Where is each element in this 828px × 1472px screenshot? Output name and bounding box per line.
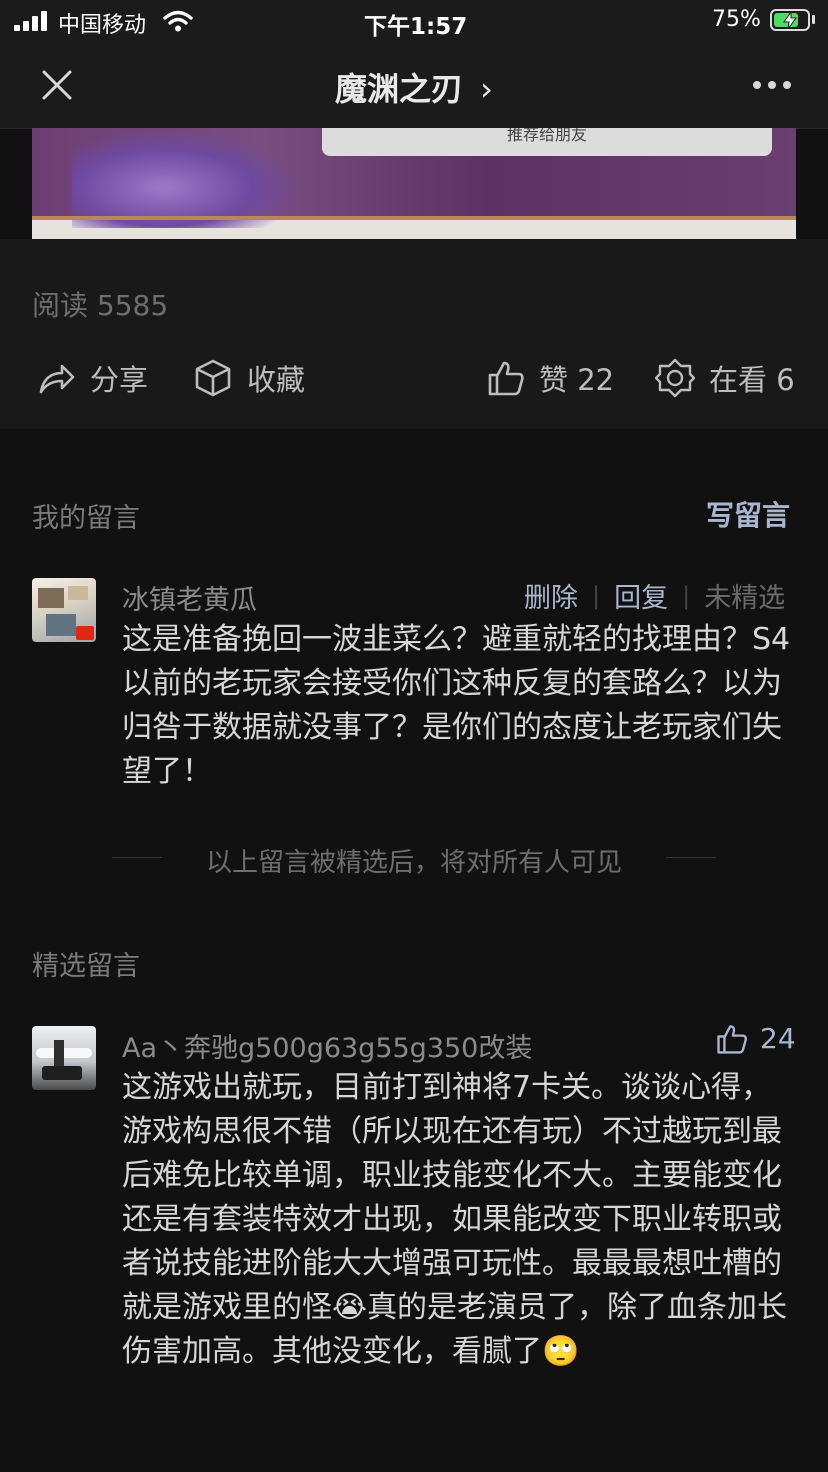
favorite-icon <box>195 359 231 397</box>
avatar[interactable] <box>32 578 96 642</box>
watching-button[interactable]: 在看 6 <box>655 357 795 399</box>
like-button[interactable]: 赞 22 <box>487 357 614 399</box>
like-icon <box>717 1024 747 1054</box>
featured-comments-title: 精选留言 <box>32 951 140 982</box>
avatar[interactable] <box>32 1026 96 1090</box>
battery-percent: 75% <box>712 7 761 32</box>
reply-button[interactable]: 回复 <box>614 576 668 615</box>
comment-text: 这游戏出就玩，目前打到神将7卡关。谈谈心得，游戏构思很不错（所以现在还有玩）不过… <box>122 1066 796 1374</box>
separator: | <box>682 581 691 610</box>
featured-status: 未精选 <box>704 583 786 614</box>
share-button[interactable]: 分享 <box>38 357 148 399</box>
comment-like-count: 24 <box>760 1022 796 1055</box>
separator: | <box>592 581 601 610</box>
article-footer: 阅读 5585 分享 收藏 赞 22 在看 6 <box>0 239 828 429</box>
chevron-right-icon: › <box>480 70 493 108</box>
status-bar: 中国移动 下午1:57 75% <box>0 0 828 44</box>
comment-author[interactable]: Aa丶奔驰g500g63g55g350改装 <box>122 1026 532 1065</box>
clock: 下午1:57 <box>364 14 468 40</box>
wifi-icon <box>163 10 193 32</box>
favorite-button[interactable]: 收藏 <box>193 357 305 399</box>
signal-icon <box>14 11 48 31</box>
comment-author[interactable]: 冰镇老黄瓜 <box>122 578 257 617</box>
share-label: 分享 <box>90 363 149 397</box>
eye-roll-emoji-icon: 🙄 <box>542 1334 580 1369</box>
like-label: 赞 22 <box>539 363 615 397</box>
delete-button[interactable]: 删除 <box>524 576 578 615</box>
like-icon <box>488 361 524 396</box>
more-icon[interactable] <box>752 80 792 90</box>
character-illustration <box>72 128 302 228</box>
comment-text-part1: 这游戏出就玩，目前打到神将7卡关。谈谈心得，游戏构思很不错（所以现在还有玩）不过… <box>122 1070 782 1325</box>
write-comment-button[interactable]: 写留言 <box>706 494 790 534</box>
crying-emoji-icon: 😭 <box>332 1290 368 1325</box>
recommend-button: 推荐给朋友 <box>322 128 772 156</box>
comment-like-button[interactable]: 24 <box>716 1022 796 1055</box>
charging-icon <box>783 12 797 29</box>
read-count: 阅读 5585 <box>32 289 169 322</box>
carrier-name: 中国移动 <box>58 13 147 38</box>
account-name: 魔渊之刃 <box>335 70 464 108</box>
favorite-label: 收藏 <box>247 363 306 397</box>
divider <box>666 857 716 858</box>
account-title[interactable]: 魔渊之刃 › <box>0 64 828 110</box>
comment-actions: 删除 | 回复 | 未精选 <box>524 576 785 615</box>
comment-text: 这是准备挽回一波韭菜么？避重就轻的找理由？S4以前的老玩家会接受你们这种反复的套… <box>122 622 791 789</box>
image-border <box>32 216 796 220</box>
watching-icon <box>655 358 695 398</box>
battery-tip <box>812 15 815 24</box>
battery-icon <box>770 9 810 31</box>
share-icon <box>39 364 75 394</box>
visibility-notice: 以上留言被精选后，将对所有人可见 <box>205 848 622 878</box>
watching-label: 在看 6 <box>709 363 795 397</box>
article-image: 推荐给朋友 <box>32 128 796 239</box>
my-comments-title: 我的留言 <box>32 503 140 534</box>
nav-bar: 魔渊之刃 › <box>0 44 828 129</box>
flag-icon <box>76 626 94 640</box>
